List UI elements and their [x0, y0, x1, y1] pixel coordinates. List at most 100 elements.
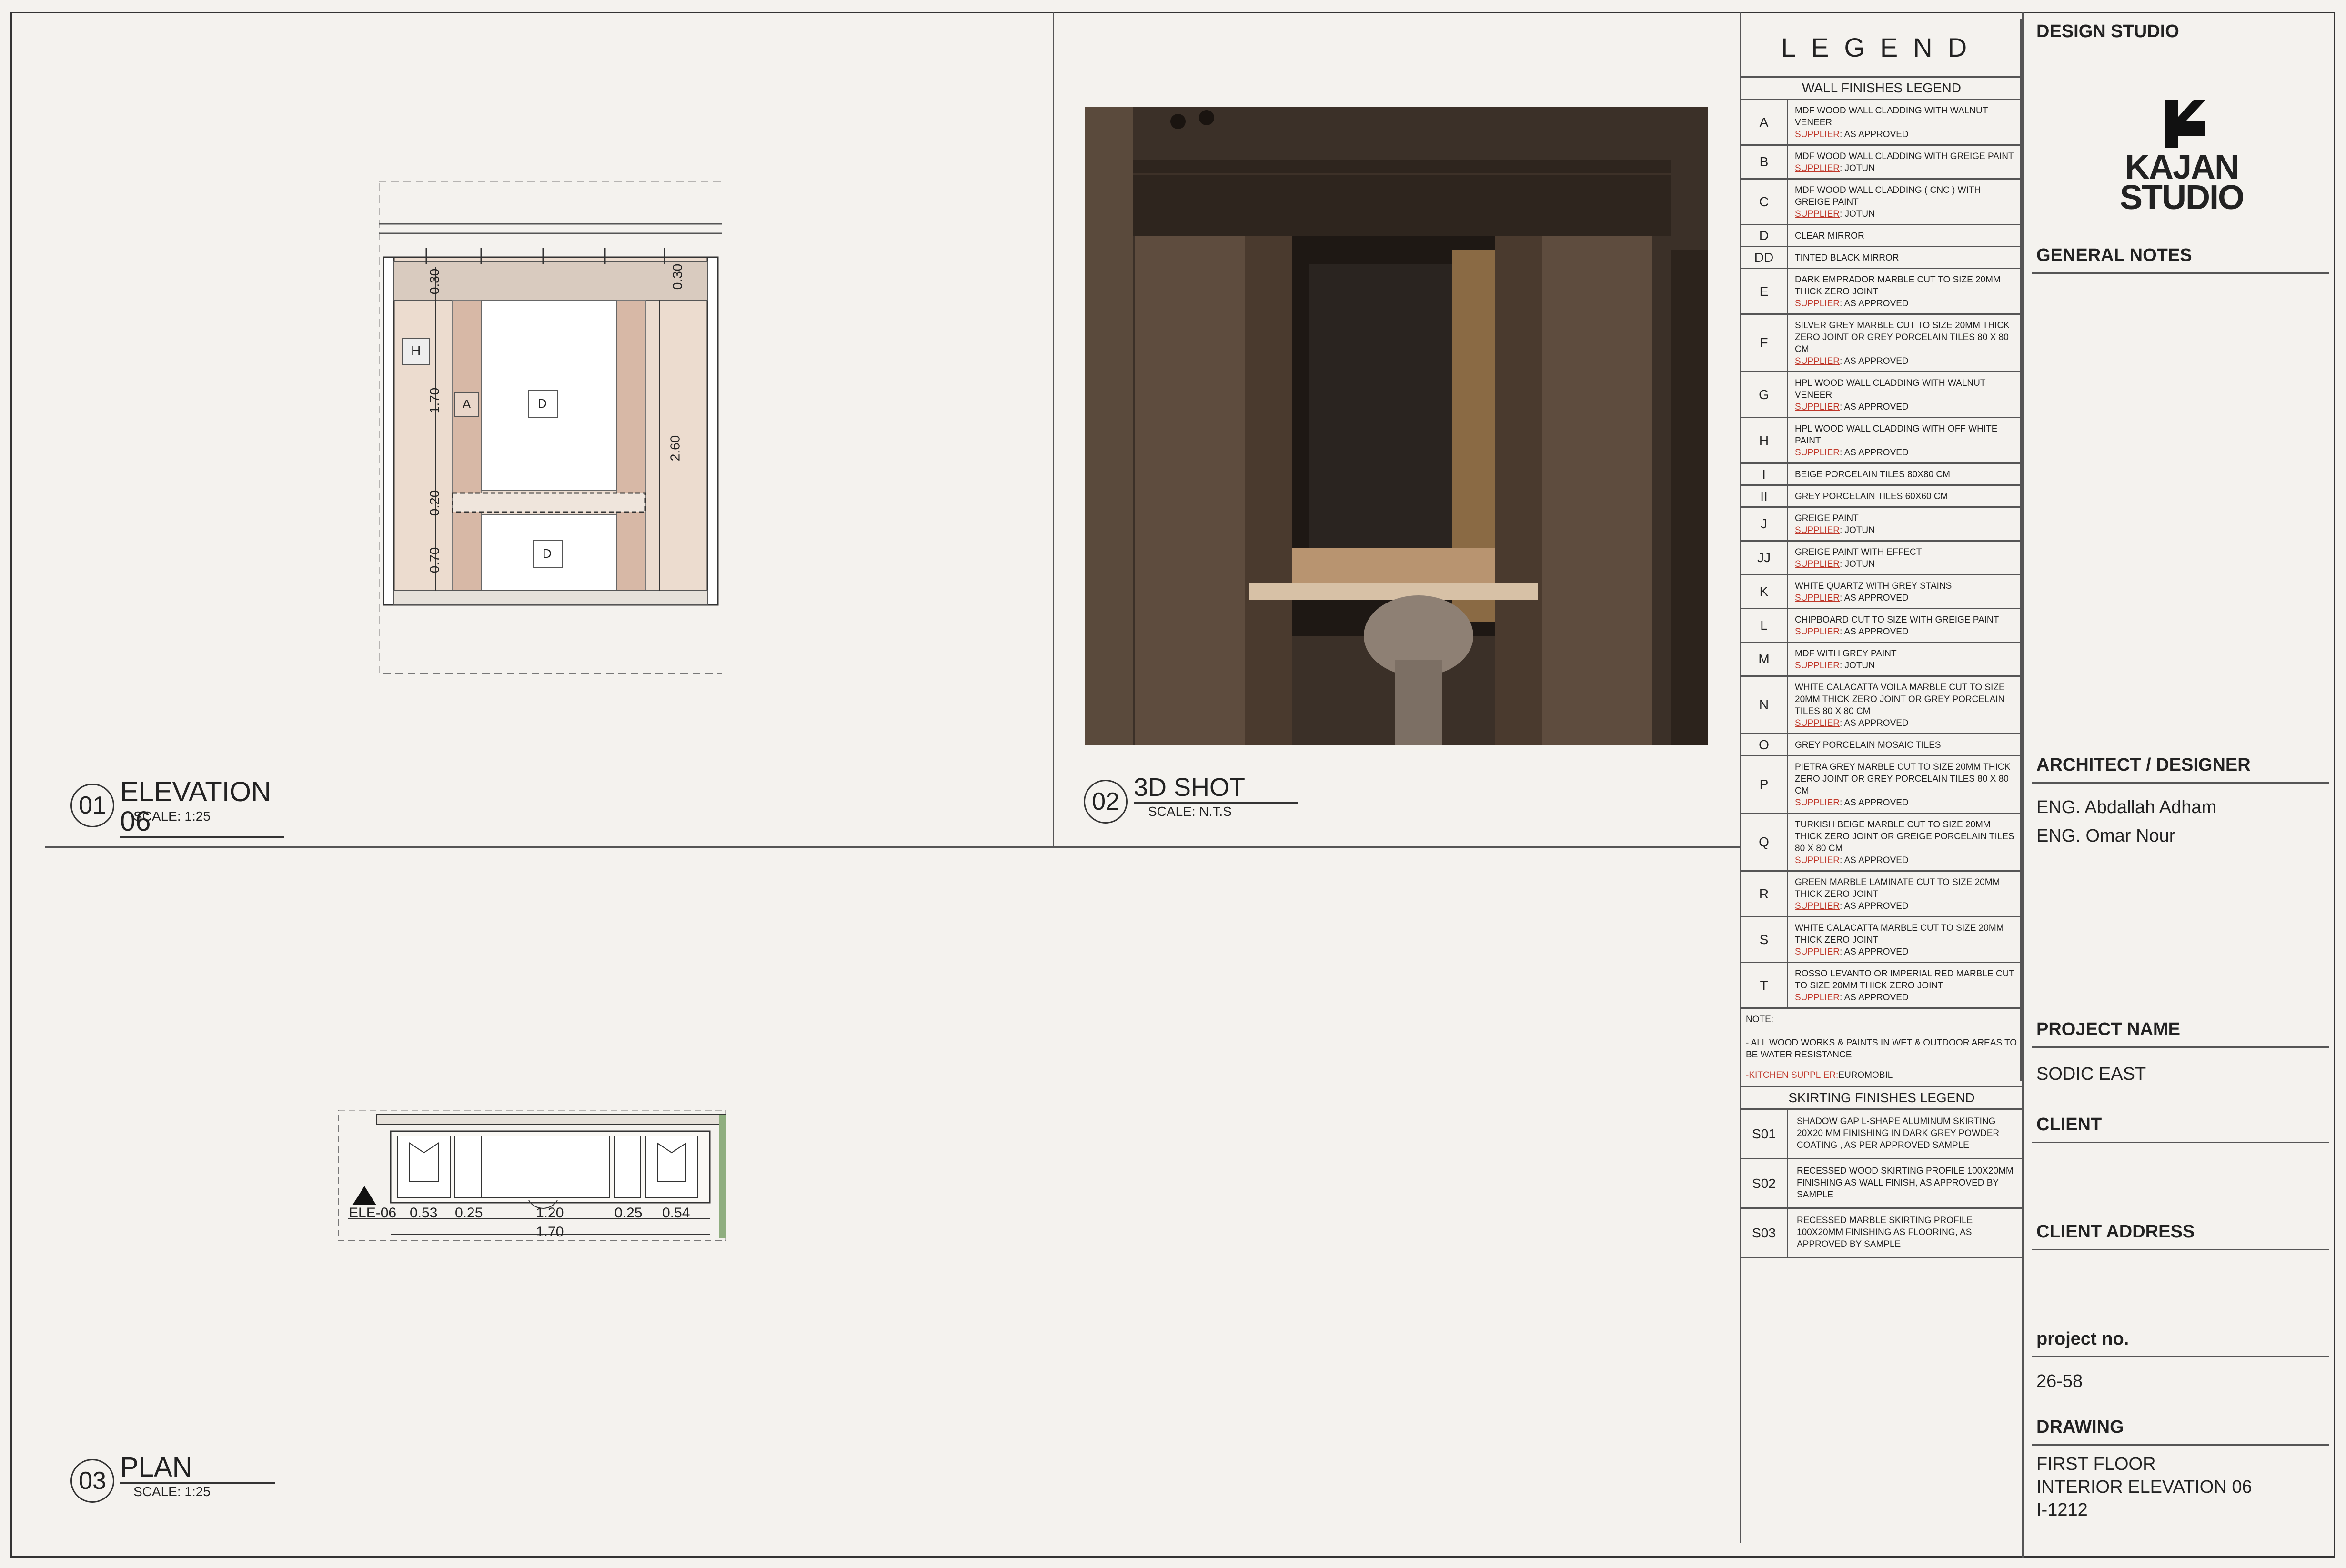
legend-row: DD TINTED BLACK MIRROR	[1741, 247, 2022, 269]
legend-description: ROSSO LEVANTO OR IMPERIAL RED MARBLE CUT…	[1788, 963, 2022, 1007]
skirting-row: S02 RECESSED WOOD SKIRTING PROFILE 100X20…	[1741, 1159, 2022, 1209]
legend-desc-text: ROSSO LEVANTO OR IMPERIAL RED MARBLE CUT…	[1795, 969, 2014, 991]
dim-label: 0.70	[427, 547, 442, 573]
legend-row: M MDF WITH GREY PAINT SUPPLIER: JOTUN	[1741, 643, 2022, 677]
legend-desc-text: SILVER GREY MARBLE CUT TO SIZE 20MM THIC…	[1795, 321, 2010, 354]
supplier-label: SUPPLIER	[1795, 559, 1840, 569]
client-heading: CLIENT	[2032, 1115, 2329, 1143]
legend-desc-text: CLEAR MIRROR	[1795, 231, 1864, 241]
legend-supplier: SUPPLIER: AS APPROVED	[1795, 401, 2017, 413]
architect-heading: ARCHITECT / DESIGNER	[2032, 755, 2329, 784]
supplier-value: : AS APPROVED	[1839, 947, 1909, 957]
legend-desc-text: PIETRA GREY MARBLE CUT TO SIZE 20MM THIC…	[1795, 762, 2011, 796]
project-number: 26-58	[2036, 1371, 2083, 1391]
legend-desc-text: WHITE CALACATTA MARBLE CUT TO SIZE 20MM …	[1795, 923, 2004, 945]
dim-label: 2.60	[667, 435, 683, 462]
legend-row: K WHITE QUARTZ WITH GREY STAINS SUPPLIER: …	[1741, 575, 2022, 609]
legend-supplier: SUPPLIER: AS APPROVED	[1795, 355, 2017, 367]
legend-code: P	[1741, 756, 1788, 813]
legend-code: DD	[1741, 247, 1788, 268]
legend-supplier: SUPPLIER: JOTUN	[1795, 558, 1922, 570]
skirting-description: RECESSED WOOD SKIRTING PROFILE 100X20MM …	[1797, 1166, 2014, 1200]
architect-name: ENG. Omar Nour	[2036, 826, 2175, 846]
supplier-value: : AS APPROVED	[1839, 130, 1909, 140]
skirting-description: RECESSED MARBLE SKIRTING PROFILE 100X20M…	[1797, 1216, 1973, 1249]
legend-supplier: SUPPLIER: AS APPROVED	[1795, 992, 2017, 1004]
skirting-code: S02	[1741, 1159, 1788, 1207]
finish-tag: A	[463, 397, 471, 411]
legend-code: F	[1741, 315, 1788, 371]
supplier-value: : AS APPROVED	[1839, 402, 1909, 412]
legend-row: C MDF WOOD WALL CLADDING ( CNC ) WITH GRE…	[1741, 180, 2022, 225]
legend-supplier: SUPPLIER: JOTUN	[1795, 660, 1897, 672]
legend-desc-text: HPL WOOD WALL CLADDING WITH WALNUT VENEE…	[1795, 378, 1986, 400]
drawing-heading: DRAWING	[2032, 1417, 2329, 1446]
divider-horizontal	[45, 846, 1741, 848]
drawing-line: FIRST FLOOR	[2036, 1454, 2156, 1474]
legend-desc-text: TINTED BLACK MIRROR	[1795, 253, 1899, 263]
supplier-label: SUPPLIER	[1795, 163, 1840, 173]
legend-row: S WHITE CALACATTA MARBLE CUT TO SIZE 20MM…	[1741, 917, 2022, 963]
supplier-value: : AS APPROVED	[1839, 901, 1909, 911]
design-studio-heading: DESIGN STUDIO	[2036, 21, 2179, 41]
legend-row: P PIETRA GREY MARBLE CUT TO SIZE 20MM THI…	[1741, 756, 2022, 814]
skirting-description: SHADOW GAP L-SHAPE ALUMINUM SKIRTING 20X…	[1797, 1116, 2000, 1150]
supplier-value: : AS APPROVED	[1839, 356, 1909, 366]
supplier-label: SUPPLIER	[1795, 993, 1840, 1003]
finish-tag: D	[543, 546, 552, 561]
supplier-value: : JOTUN	[1839, 661, 1875, 671]
elevation-drawing: 0.30 1.70 0.20 0.70 2.60 0.30 H A D D	[378, 180, 727, 675]
supplier-value: : AS APPROVED	[1839, 299, 1909, 309]
dim-label: 1.70	[427, 387, 442, 414]
legend-code: L	[1741, 609, 1788, 642]
logo-text-line1: KAJAN	[2124, 148, 2239, 186]
legend-desc-text: CHIPBOARD CUT TO SIZE WITH GREIGE PAINT	[1795, 615, 1999, 625]
legend-code: JJ	[1741, 542, 1788, 574]
kajan-k-icon	[2165, 100, 2205, 148]
dim-label: 0.30	[670, 263, 685, 290]
legend-row: O GREY PORCELAIN MOSAIC TILES	[1741, 734, 2022, 756]
view-scale: SCALE: 1:25	[133, 1484, 211, 1499]
plan-total-dim: 1.70	[536, 1224, 564, 1240]
legend-row: T ROSSO LEVANTO OR IMPERIAL RED MARBLE CU…	[1741, 963, 2022, 1009]
skirting-code: S01	[1741, 1110, 1788, 1158]
legend-code: M	[1741, 643, 1788, 675]
view-title-3d-shot: 3D SHOT	[1134, 773, 1298, 804]
supplier-label: SUPPLIER	[1795, 525, 1840, 535]
legend-code: C	[1741, 180, 1788, 224]
legend-notes: NOTE: - ALL WOOD WORKS & PAINTS IN WET &…	[1741, 1009, 2022, 1086]
legend-description: MDF WOOD WALL CLADDING ( CNC ) WITH GREI…	[1788, 180, 2022, 224]
legend-code: D	[1741, 225, 1788, 246]
supplier-label: SUPPLIER	[1795, 402, 1840, 412]
legend-desc-text: GREY PORCELAIN MOSAIC TILES	[1795, 740, 1941, 750]
legend-code: S	[1741, 917, 1788, 962]
supplier-value: : AS APPROVED	[1839, 593, 1909, 603]
legend-description: PIETRA GREY MARBLE CUT TO SIZE 20MM THIC…	[1788, 756, 2022, 813]
legend-description: GREY PORCELAIN MOSAIC TILES	[1788, 734, 1946, 755]
legend-supplier: SUPPLIER: AS APPROVED	[1795, 626, 1999, 638]
legend-supplier: SUPPLIER: AS APPROVED	[1795, 946, 2017, 958]
drawing-info: FIRST FLOOR INTERIOR ELEVATION 06 I-1212	[2036, 1453, 2252, 1521]
legend-code: G	[1741, 372, 1788, 417]
legend-row: E DARK EMPRADOR MARBLE CUT TO SIZE 20MM T…	[1741, 269, 2022, 315]
wall-finishes-heading: WALL FINISHES LEGEND	[1741, 76, 2022, 100]
legend-row: B MDF WOOD WALL CLADDING WITH GREIGE PAIN…	[1741, 146, 2022, 180]
plan-dim: 0.54	[662, 1205, 690, 1221]
supplier-value: : JOTUN	[1839, 163, 1875, 173]
legend-code: A	[1741, 100, 1788, 144]
dim-label: 0.30	[427, 268, 442, 295]
legend-description: SILVER GREY MARBLE CUT TO SIZE 20MM THIC…	[1788, 315, 2022, 371]
project-name: SODIC EAST	[2036, 1064, 2146, 1084]
legend-code: B	[1741, 146, 1788, 178]
legend-supplier: SUPPLIER: AS APPROVED	[1795, 717, 2017, 729]
legend-code: T	[1741, 963, 1788, 1007]
skirting-code: S03	[1741, 1209, 1788, 1257]
supplier-label: SUPPLIER	[1795, 130, 1840, 140]
legend-supplier: SUPPLIER: AS APPROVED	[1795, 592, 1952, 604]
supplier-label: SUPPLIER	[1795, 209, 1840, 219]
legend-row: JJ GREIGE PAINT WITH EFFECT SUPPLIER: JOTU…	[1741, 542, 2022, 575]
legend-row: A MDF WOOD WALL CLADDING WITH WALNUT VENE…	[1741, 100, 2022, 146]
skirting-row: S01 SHADOW GAP L-SHAPE ALUMINUM SKIRTING …	[1741, 1110, 2022, 1159]
view-scale: SCALE: N.T.S	[1148, 804, 1232, 819]
legend-supplier: SUPPLIER: AS APPROVED	[1795, 854, 2017, 866]
